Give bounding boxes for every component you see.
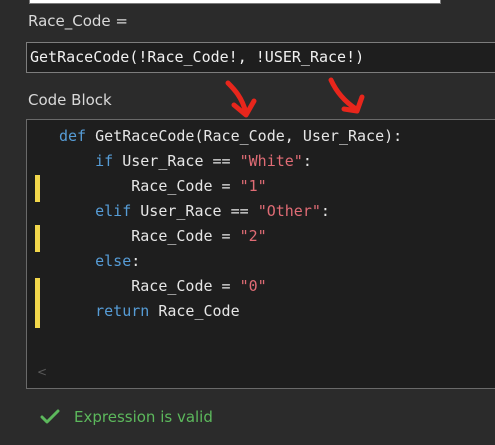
code-token: Race_Code =: [59, 227, 240, 245]
code-token: "Other": [257, 202, 321, 220]
expression-label: Race_Code =: [28, 12, 128, 30]
code-token: return: [59, 302, 159, 320]
validation-status: Expression is valid: [40, 407, 213, 427]
code-block-label: Code Block: [28, 91, 112, 109]
code-token: "2": [239, 227, 267, 245]
code-token: GetRaceCode(Race_Code, User_Race):: [95, 127, 403, 145]
code-token: "White": [239, 152, 303, 170]
change-marker: [35, 225, 40, 252]
annotation-arrow-icon: [225, 80, 257, 118]
code-line: def GetRaceCode(Race_Code, User_Race):: [59, 127, 402, 145]
change-marker: [35, 278, 40, 328]
code-token: :: [320, 202, 330, 220]
validation-message: Expression is valid: [74, 408, 213, 426]
code-line: Race_Code = "2": [59, 227, 267, 245]
code-token: def: [59, 127, 96, 145]
previous-field-input[interactable]: [29, 0, 441, 4]
code-line: Race_Code = "0": [59, 277, 267, 295]
code-token: :: [131, 252, 141, 270]
code-token: User_Race ==: [140, 202, 258, 220]
expression-text: GetRaceCode(!Race_Code!, !USER_Race!): [30, 48, 365, 66]
code-line: else:: [59, 252, 140, 270]
code-token: Race_Code =: [59, 177, 240, 195]
code-line: return Race_Code: [59, 302, 240, 320]
code-token: "0": [239, 277, 267, 295]
code-token: if: [59, 152, 123, 170]
code-token: else: [59, 252, 132, 270]
code-line: Race_Code = "1": [59, 177, 267, 195]
code-block-editor[interactable]: def GetRaceCode(Race_Code, User_Race): i…: [26, 119, 495, 389]
code-token: :: [302, 152, 312, 170]
code-token: Race_Code: [158, 302, 240, 320]
check-icon: [40, 409, 60, 424]
scroll-left-arrow[interactable]: <: [37, 365, 47, 379]
code-token: elif: [59, 202, 141, 220]
expression-input[interactable]: GetRaceCode(!Race_Code!, !USER_Race!): [26, 42, 495, 73]
change-marker: [35, 175, 40, 202]
annotation-arrow-icon: [328, 77, 365, 114]
code-token: "1": [239, 177, 267, 195]
code-line: if User_Race == "White":: [59, 152, 312, 170]
code-token: User_Race ==: [122, 152, 240, 170]
code-line: elif User_Race == "Other":: [59, 202, 330, 220]
code-token: Race_Code =: [59, 277, 240, 295]
